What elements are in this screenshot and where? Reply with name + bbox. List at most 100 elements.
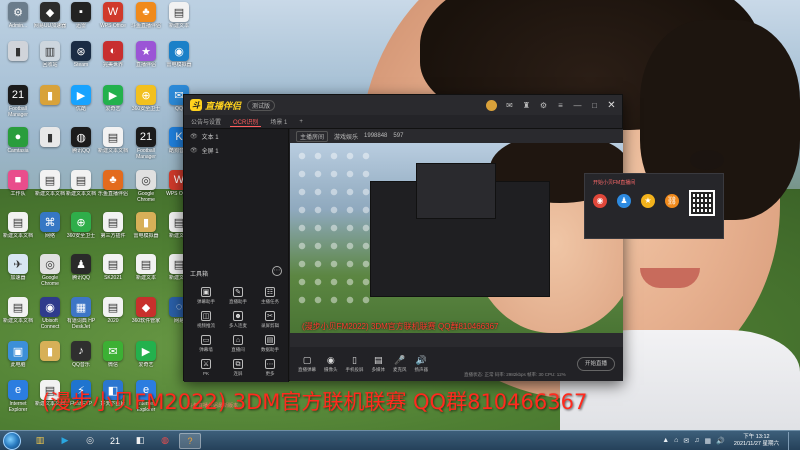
- shirt-icon[interactable]: ♜: [522, 101, 531, 110]
- share-weibo-icon[interactable]: ◉: [593, 194, 607, 208]
- taskbar-app-icon[interactable]: ◎: [79, 433, 101, 449]
- streaming-app-window[interactable]: 斗 直播伴侣 测试版 ✉ ♜ ⚙ ≡ — □ ✕ 公告与设置 OCR识别 场景 …: [183, 94, 724, 409]
- desktop-icon[interactable]: ✉ 微信: [97, 341, 129, 377]
- taskbar-app-icon[interactable]: ◍: [154, 433, 176, 449]
- desktop-icon[interactable]: ▶ 优酷: [65, 85, 97, 121]
- desktop-icon[interactable]: ⊛ Steam: [65, 41, 97, 77]
- desktop-icon[interactable]: ⊕ 360安全卫士: [65, 212, 97, 248]
- desktop-icon[interactable]: ▶ 爱奇艺: [97, 85, 129, 121]
- visibility-eye-icon[interactable]: 👁: [190, 133, 198, 140]
- desktop-icon[interactable]: 21 Football Manager: [130, 127, 162, 163]
- start-live-button[interactable]: 开始直播: [577, 357, 615, 371]
- tab-ocr[interactable]: OCR识别: [230, 117, 262, 127]
- source-item[interactable]: 👁 文本 1: [184, 129, 288, 143]
- desktop-icon[interactable]: ⊕ 360安全卫士: [130, 85, 162, 121]
- desktop-icon[interactable]: ▤ 新建文本文档: [2, 212, 34, 248]
- app-titlebar[interactable]: 斗 直播伴侣 测试版 ✉ ♜ ⚙ ≡ — □ ✕: [184, 95, 622, 115]
- start-button[interactable]: [3, 431, 21, 450]
- user-avatar[interactable]: [486, 99, 497, 111]
- desktop-icon[interactable]: ▤ 新建文本文档: [34, 170, 66, 206]
- maximize-icon[interactable]: □: [590, 101, 599, 110]
- desktop-icon[interactable]: ✈ 加速器: [2, 254, 34, 290]
- tray-icon[interactable]: ♫: [694, 437, 699, 444]
- tool-item[interactable]: ◫ 视频推流: [190, 311, 222, 329]
- tray-icon[interactable]: ▲: [662, 437, 669, 444]
- desktop-icon[interactable]: ■ 工作队: [2, 170, 34, 206]
- desktop-icon[interactable]: ⚙ Admin...: [2, 2, 34, 38]
- desktop-icon[interactable]: ▮: [34, 85, 66, 121]
- tray-icon[interactable]: ✉: [683, 437, 689, 445]
- settings-icon[interactable]: ⚙: [539, 101, 548, 110]
- toolbox-more-icon[interactable]: ⋯: [272, 266, 282, 276]
- stream-preview[interactable]: 主播房间 游戏娱乐 1998848 597 (漫步小贝FM2022) 3DM官方…: [290, 129, 724, 347]
- desktop-icon[interactable]: ▤ 第三方插件: [97, 212, 129, 248]
- desktop-icon[interactable]: ▮: [2, 41, 34, 77]
- desktop-icon[interactable]: ★ 直播伴侣: [130, 41, 162, 77]
- tray-icon[interactable]: 🔊: [716, 437, 725, 445]
- tool-item[interactable]: ⚔ PK: [190, 359, 222, 377]
- control-button[interactable]: ▤ 多媒体: [372, 355, 386, 373]
- room-name[interactable]: 主播房间: [296, 130, 329, 142]
- tool-item[interactable]: ▤ 数据助手: [254, 335, 286, 353]
- tool-item[interactable]: ✂ 录屏剪辑: [254, 311, 286, 329]
- desktop-icon[interactable]: ◎ Google Chrome: [130, 170, 162, 206]
- close-icon[interactable]: ✕: [607, 100, 616, 110]
- control-button[interactable]: 🎤 麦克风: [393, 355, 407, 373]
- desktop-icon[interactable]: ▶ 爱奇艺: [130, 341, 162, 377]
- tray-icon[interactable]: ⌂: [674, 437, 678, 444]
- desktop-icon[interactable]: ▦ 有道词典 HP DeskJet: [65, 297, 97, 333]
- tool-item[interactable]: ☻ 多人连麦: [222, 311, 254, 329]
- desktop-icon[interactable]: ◍ 腾讯QQ: [65, 127, 97, 163]
- desktop-icon[interactable]: e Internet Explorer: [2, 380, 34, 416]
- tool-item[interactable]: ⌂ 直播间: [222, 335, 254, 353]
- desktop-icon[interactable]: ▮ 雷电模拟器: [130, 212, 162, 248]
- tab-settings[interactable]: 公告与设置: [188, 117, 224, 126]
- tool-item[interactable]: ☷ 主播任务: [254, 287, 286, 305]
- desktop-icon[interactable]: ♪ QQ音乐: [65, 341, 97, 377]
- tool-item[interactable]: ⋯ 更多: [254, 359, 286, 377]
- desktop-icon[interactable]: ● Camtasia: [2, 127, 34, 163]
- tool-item[interactable]: ✎ 直播助手: [222, 287, 254, 305]
- control-button[interactable]: ◉ 摄像头: [324, 355, 338, 373]
- desktop-icon[interactable]: ▤ 2020: [97, 297, 129, 333]
- desktop-icon[interactable]: ◐ 完美世界: [97, 41, 129, 77]
- desktop-icon[interactable]: ♣ 乐鱼直播伴侣: [97, 170, 129, 206]
- source-item[interactable]: 👁 全屏 1: [184, 143, 288, 157]
- show-desktop-button[interactable]: [788, 431, 794, 450]
- desktop-icon[interactable]: ▤ 新建文本文档: [65, 170, 97, 206]
- control-button[interactable]: ▯ 手机投屏: [346, 355, 364, 373]
- taskbar-app-icon[interactable]: ▶: [54, 433, 76, 449]
- desktop-icon[interactable]: ◉ Ubisoft Connect: [34, 297, 66, 333]
- menu-icon[interactable]: ≡: [556, 101, 565, 110]
- share-qzone-icon[interactable]: ★: [641, 194, 655, 208]
- desktop-icon[interactable]: ▤ 新建文本: [163, 2, 195, 38]
- desktop-icon[interactable]: ▤ 新建文本文档: [97, 127, 129, 163]
- desktop-icon[interactable]: ▪ 迅雷: [65, 2, 97, 38]
- desktop-icon[interactable]: ◉ 雷电模拟器: [163, 41, 195, 77]
- desktop-icon[interactable]: ◆ 网易UU加速器: [34, 2, 66, 38]
- desktop-icon[interactable]: ◆ 360软件管家: [130, 297, 162, 333]
- desktop-icon[interactable]: ♣ 斗鱼直播伴侣: [130, 2, 162, 38]
- desktop-icon[interactable]: ▮: [34, 341, 66, 377]
- share-link-icon[interactable]: ⛓: [665, 194, 679, 208]
- desktop-icon[interactable]: ⌘ 网络: [34, 212, 66, 248]
- desktop-icon[interactable]: ▣ 此电脑: [2, 341, 34, 377]
- desktop-icon[interactable]: ♟ 腾讯QQ: [65, 254, 97, 290]
- desktop-icon[interactable]: ▮: [34, 127, 66, 163]
- visibility-eye-icon[interactable]: 👁: [190, 147, 198, 154]
- taskbar-app-icon[interactable]: ?: [179, 432, 201, 449]
- clock[interactable]: 下午 13:12 2021/11/27 星期六: [734, 434, 779, 448]
- tab-scene-1[interactable]: 场景 1: [267, 117, 290, 126]
- desktop-icon[interactable]: ▤ 新建文本文档: [2, 297, 34, 333]
- share-qq-icon[interactable]: ♟: [617, 194, 631, 208]
- tool-item[interactable]: ⧉ 连屏: [222, 359, 254, 377]
- desktop-icon[interactable]: ▤ 新建文本: [130, 254, 162, 290]
- taskbar-app-icon[interactable]: ▥: [29, 433, 51, 449]
- desktop-icon[interactable]: ▥ 回收站: [34, 41, 66, 77]
- desktop-icon[interactable]: ▤ SK2021: [97, 254, 129, 290]
- message-icon[interactable]: ✉: [505, 101, 514, 110]
- taskbar-app-icon[interactable]: 21: [104, 433, 126, 449]
- tool-item[interactable]: ▭ 弹幕墙: [190, 335, 222, 353]
- desktop-icon[interactable]: ◎ Google Chrome: [34, 254, 66, 290]
- taskbar-app-icon[interactable]: ◧: [129, 433, 151, 449]
